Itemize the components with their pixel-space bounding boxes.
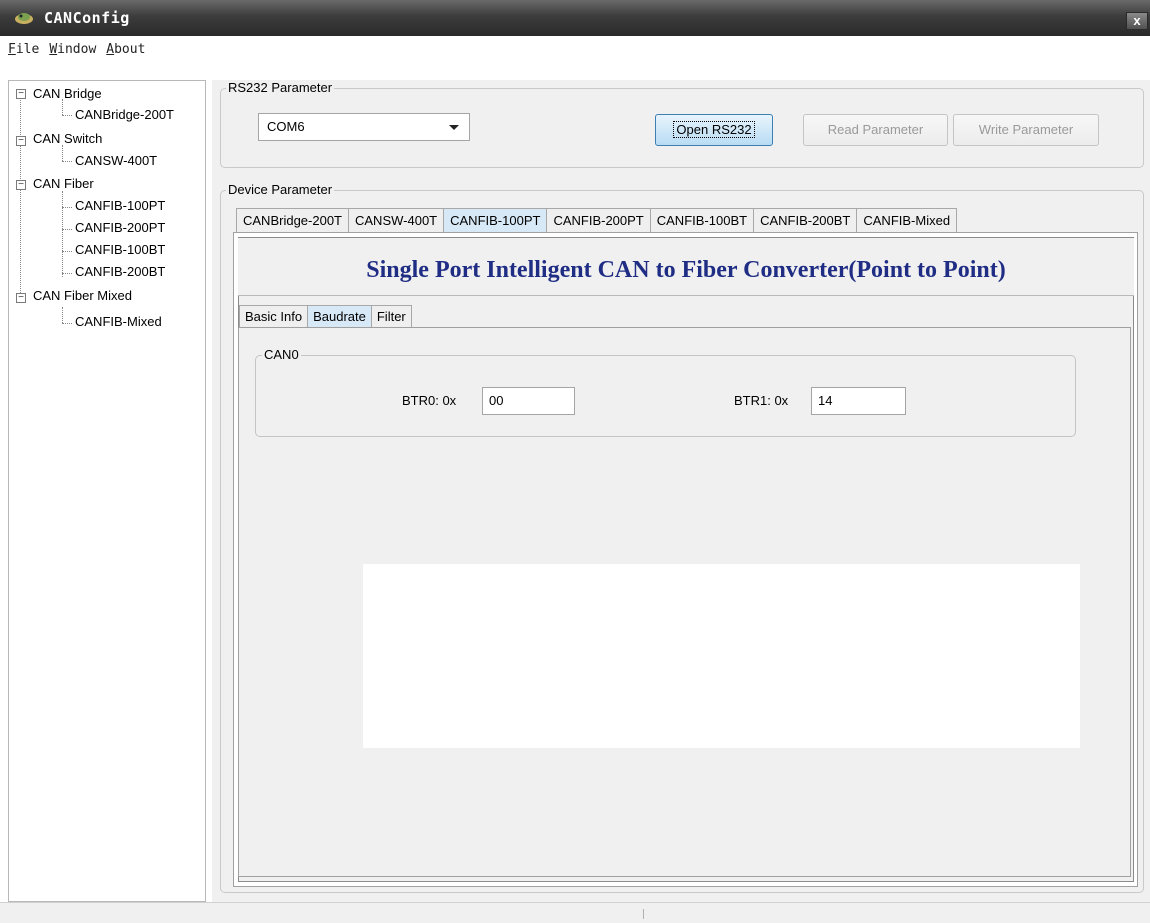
read-parameter-button[interactable]: Read Parameter [803,114,948,146]
parameter-subtabs: Basic Info Baudrate Filter [239,305,412,328]
window-title: CANConfig [44,9,130,27]
open-rs232-button[interactable]: Open RS232 [655,114,773,146]
tree-node-canfib-100bt[interactable]: CANFIB-100BT [75,240,165,260]
com-port-value: COM6 [267,119,305,134]
tree-node-can-bridge[interactable]: CAN Bridge [33,84,102,104]
menu-about-mnemonic: A [106,42,115,57]
tree-node-can-fiber[interactable]: CAN Fiber [33,174,94,194]
status-separator [643,909,644,919]
status-bar [0,902,1150,923]
tab-canfib-200pt[interactable]: CANFIB-200PT [546,208,651,233]
tab-baudrate[interactable]: Baudrate [307,305,372,328]
chevron-down-icon [449,125,459,130]
open-rs232-label: Open RS232 [673,121,755,138]
device-banner-title: Single Port Intelligent CAN to Fiber Con… [238,238,1134,296]
btr0-input[interactable]: 00 [482,387,575,415]
rs232-group-label: RS232 Parameter [226,80,335,95]
com-port-select[interactable]: COM6 [258,113,470,141]
read-parameter-label: Read Parameter [827,122,924,137]
tab-cansw-400t[interactable]: CANSW-400T [348,208,445,233]
tree-node-canbridge-200t[interactable]: CANBridge-200T [75,105,174,125]
tree-node-canfib-200bt[interactable]: CANFIB-200BT [75,262,165,282]
device-tabs: CANBridge-200T CANSW-400T CANFIB-100PT C… [236,208,958,233]
device-tree[interactable]: − CAN Bridge CANBridge-200T − CAN Switch… [8,80,206,902]
collapse-icon[interactable]: − [16,293,26,303]
blank-area [363,564,1080,748]
title-bar: CANConfig x [0,0,1150,36]
btr1-input[interactable]: 14 [811,387,906,415]
menu-about[interactable]: About [106,42,145,57]
btr0-label: BTR0: 0x [402,393,457,408]
tab-canfib-100pt[interactable]: CANFIB-100PT [443,208,548,233]
tab-filter[interactable]: Filter [370,305,412,328]
can0-group-label: CAN0 [262,347,301,362]
device-parameter-group-label: Device Parameter [226,182,335,197]
close-icon: x [1133,13,1141,28]
menu-window[interactable]: Window [49,42,96,57]
tab-canfib-100bt[interactable]: CANFIB-100BT [649,208,755,233]
menu-file-mnemonic: F [8,42,16,57]
tree-node-canfib-100pt[interactable]: CANFIB-100PT [75,196,165,216]
tree-node-canfib-mixed[interactable]: CANFIB-Mixed [75,312,162,332]
collapse-icon[interactable]: − [16,89,26,99]
menu-window-mnemonic: W [49,42,58,57]
tab-canfib-mixed[interactable]: CANFIB-Mixed [856,208,958,233]
tree-node-can-switch[interactable]: CAN Switch [33,129,102,149]
menu-file[interactable]: File [8,42,39,57]
tree-node-canfib-200pt[interactable]: CANFIB-200PT [75,218,165,238]
btr1-label: BTR1: 0x [734,393,789,408]
close-button[interactable]: x [1126,12,1148,30]
tree-node-can-fiber-mixed[interactable]: CAN Fiber Mixed [33,286,132,306]
menu-window-rest: indow [57,42,97,57]
tab-canbridge-200t[interactable]: CANBridge-200T [236,208,349,233]
can0-group [255,355,1076,437]
tree-node-cansw-400t[interactable]: CANSW-400T [75,151,157,171]
app-icon [15,13,33,24]
tab-canfib-200bt[interactable]: CANFIB-200BT [753,208,858,233]
write-parameter-label: Write Parameter [978,122,1074,137]
collapse-icon[interactable]: − [16,136,26,146]
menu-bar: File Window About [0,36,1150,76]
menu-file-rest: ile [15,42,40,57]
tab-basic-info[interactable]: Basic Info [239,305,309,328]
collapse-icon[interactable]: − [16,180,26,190]
write-parameter-button[interactable]: Write Parameter [953,114,1099,146]
menu-about-rest: bout [114,42,146,57]
